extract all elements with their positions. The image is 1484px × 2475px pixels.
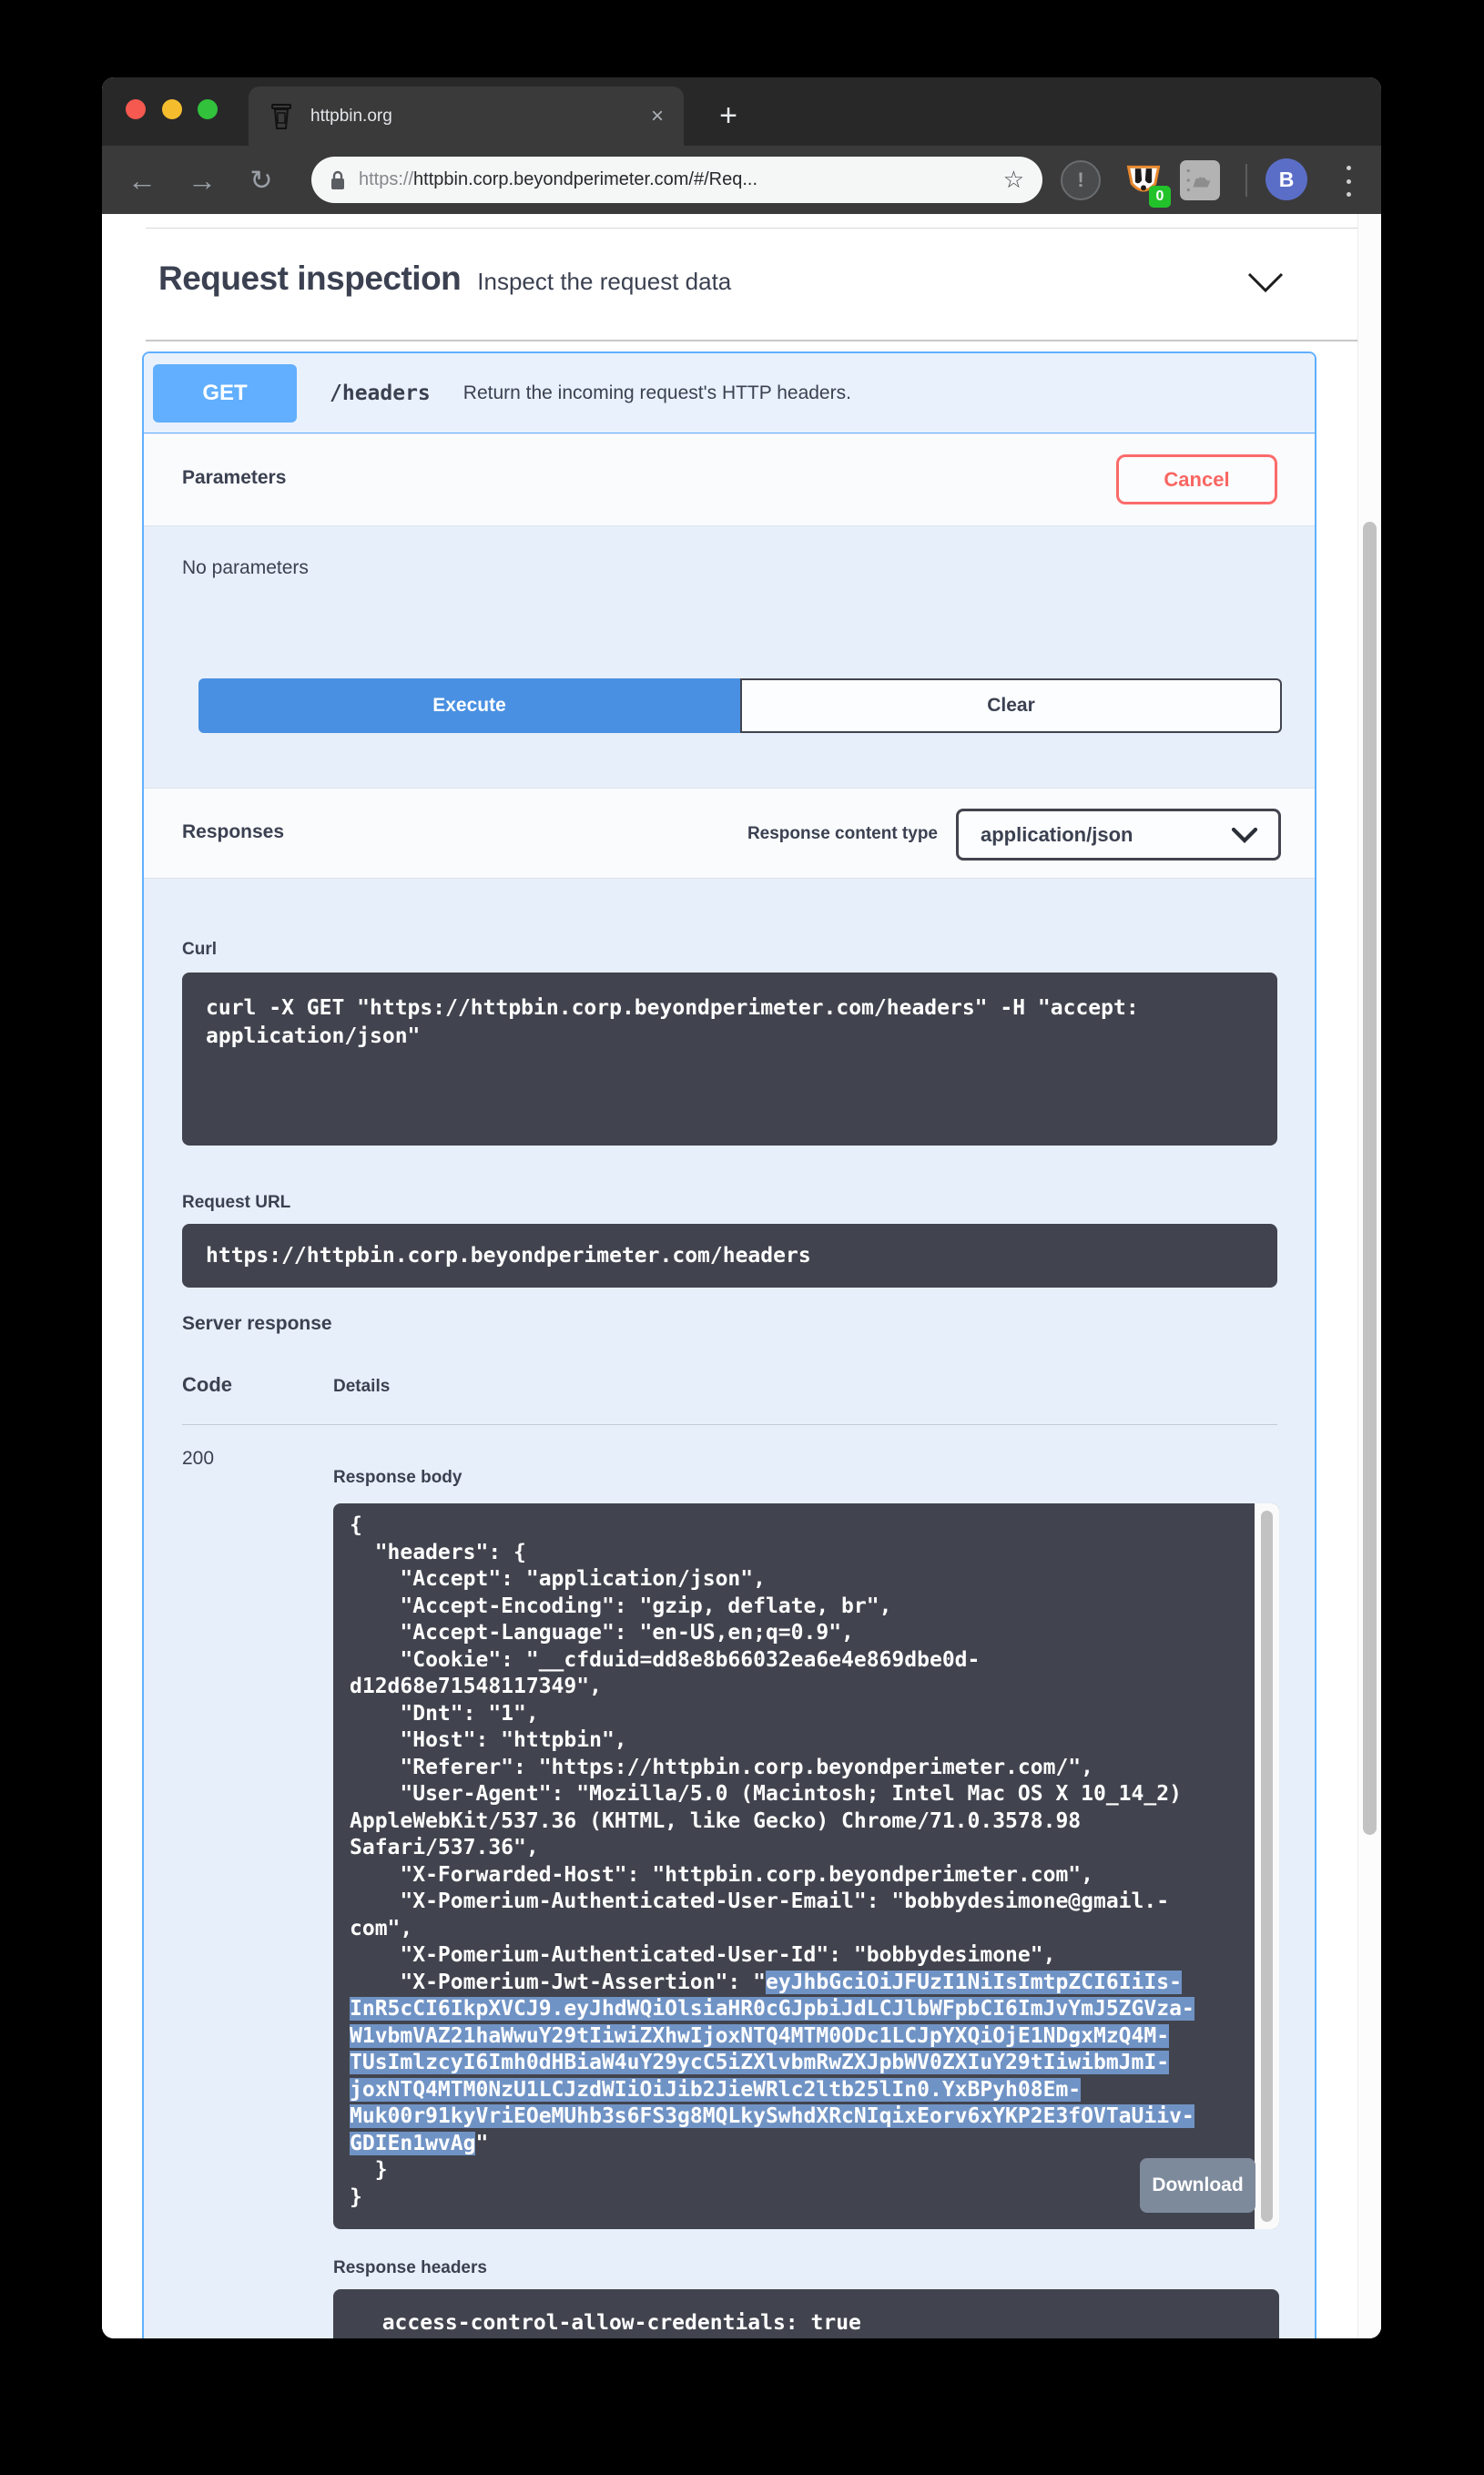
table-divider xyxy=(182,1424,1277,1425)
response-body-scrollbar-thumb[interactable] xyxy=(1261,1511,1273,2222)
section-header: Request inspection Inspect the request d… xyxy=(158,260,731,298)
screenshot-stage: httpbin.org × + ← → ↻ https://httpbin.co… xyxy=(0,0,1484,2475)
parameters-title: Parameters xyxy=(182,467,286,489)
page-title: Request inspection xyxy=(158,260,461,298)
cancel-button[interactable]: Cancel xyxy=(1116,454,1277,504)
page-scrollbar-thumb[interactable] xyxy=(1363,522,1377,1835)
operation-path: /headers xyxy=(330,382,431,405)
minimize-window-button[interactable] xyxy=(162,99,182,119)
select-chevron-icon xyxy=(1231,827,1258,843)
curl-label: Curl xyxy=(182,940,217,960)
url-host: httpbin.corp.beyondperimeter.com/#/Req..… xyxy=(413,169,757,189)
reload-button[interactable]: ↻ xyxy=(243,162,280,199)
tab-httpbin[interactable]: httpbin.org × xyxy=(249,87,684,146)
tab-title: httpbin.org xyxy=(310,107,651,127)
top-divider xyxy=(146,228,1366,229)
response-body-text: { "headers": { "Accept": "application/js… xyxy=(333,1503,1255,2229)
response-headers-label: Response headers xyxy=(333,2258,487,2278)
new-tab-button[interactable]: + xyxy=(706,94,750,138)
extension-icon-1[interactable]: ! xyxy=(1061,160,1101,200)
httpbin-favicon-icon xyxy=(269,103,294,130)
camel-icon xyxy=(1184,164,1216,197)
request-url: https://httpbin.corp.beyondperimeter.com… xyxy=(182,1224,1277,1288)
response-body-block: { "headers": { "Accept": "application/js… xyxy=(333,1503,1279,2229)
profile-avatar[interactable]: B xyxy=(1265,158,1307,200)
page-subtitle: Inspect the request data xyxy=(477,268,731,296)
back-button[interactable]: ← xyxy=(124,162,160,199)
code-column-header: Code xyxy=(182,1373,232,1397)
response-body-before: { "headers": { "Accept": "application/js… xyxy=(350,1513,1182,1994)
clear-button[interactable]: Clear xyxy=(740,678,1282,733)
curl-command-block: curl -X GET "https://httpbin.corp.beyond… xyxy=(182,973,1277,1146)
request-url-label: Request URL xyxy=(182,1193,290,1213)
content-type-select[interactable]: application/json xyxy=(956,809,1281,861)
opblock-get-headers: GET /headers Return the incoming request… xyxy=(142,351,1316,2338)
camel-notebook-extension-icon[interactable] xyxy=(1180,160,1220,200)
no-parameters-text: No parameters xyxy=(182,557,309,579)
chevron-down-icon[interactable] xyxy=(1245,271,1286,293)
details-column-header: Details xyxy=(333,1377,390,1397)
address-bar[interactable]: https://httpbin.corp.beyondperimeter.com… xyxy=(311,157,1042,203)
page-content: Request inspection Inspect the request d… xyxy=(102,214,1381,2338)
server-response-label: Server response xyxy=(182,1313,332,1335)
responses-title: Responses xyxy=(182,821,284,843)
operation-description: Return the incoming request's HTTP heade… xyxy=(463,382,851,404)
method-badge: GET xyxy=(153,364,297,423)
bookmark-star-icon[interactable]: ☆ xyxy=(1003,166,1024,194)
browser-window: httpbin.org × + ← → ↻ https://httpbin.co… xyxy=(102,77,1381,2338)
request-url-block: https://httpbin.corp.beyondperimeter.com… xyxy=(182,1224,1277,1288)
response-body-scrollbar-track[interactable] xyxy=(1255,1503,1279,2229)
zoom-window-button[interactable] xyxy=(198,99,218,119)
download-button[interactable]: Download xyxy=(1140,2158,1255,2213)
response-headers-block: access-control-allow-credentials: true a… xyxy=(333,2289,1279,2338)
url-text: https://httpbin.corp.beyondperimeter.com… xyxy=(359,169,994,190)
extension-badge: 0 xyxy=(1149,186,1171,208)
browser-toolbar: ← → ↻ https://httpbin.corp.beyondperimet… xyxy=(102,146,1381,214)
close-window-button[interactable] xyxy=(126,99,146,119)
content-type-label: Response content type xyxy=(747,789,938,880)
forward-button[interactable]: → xyxy=(184,162,220,199)
tab-strip: httpbin.org × + xyxy=(102,77,1381,146)
curl-command: curl -X GET "https://httpbin.corp.beyond… xyxy=(182,973,1277,1073)
privacy-badger-extension-icon[interactable]: 0 xyxy=(1123,160,1164,200)
status-code: 200 xyxy=(182,1448,214,1470)
response-body-label: Response body xyxy=(333,1468,462,1488)
operation-summary[interactable]: GET /headers Return the incoming request… xyxy=(144,353,1315,433)
lock-icon xyxy=(330,169,346,191)
responses-header: Responses Response content type applicat… xyxy=(144,788,1315,879)
execute-row: Execute Clear xyxy=(198,678,1282,733)
browser-menu-icon[interactable] xyxy=(1344,166,1353,197)
jwt-selected-text: eyJhbGciOiJFUzI1NiIsImtpZCI6IiIs- InR5cC… xyxy=(350,1971,1194,2155)
url-scheme: https:// xyxy=(359,169,413,189)
parameters-header: Parameters Cancel xyxy=(144,434,1315,526)
toolbar-separator xyxy=(1245,164,1247,197)
response-headers-text: access-control-allow-credentials: true a… xyxy=(333,2289,1279,2338)
close-tab-icon[interactable]: × xyxy=(651,104,664,129)
execute-button[interactable]: Execute xyxy=(198,678,740,733)
content-type-value: application/json xyxy=(981,823,1231,847)
section-divider xyxy=(146,340,1366,341)
